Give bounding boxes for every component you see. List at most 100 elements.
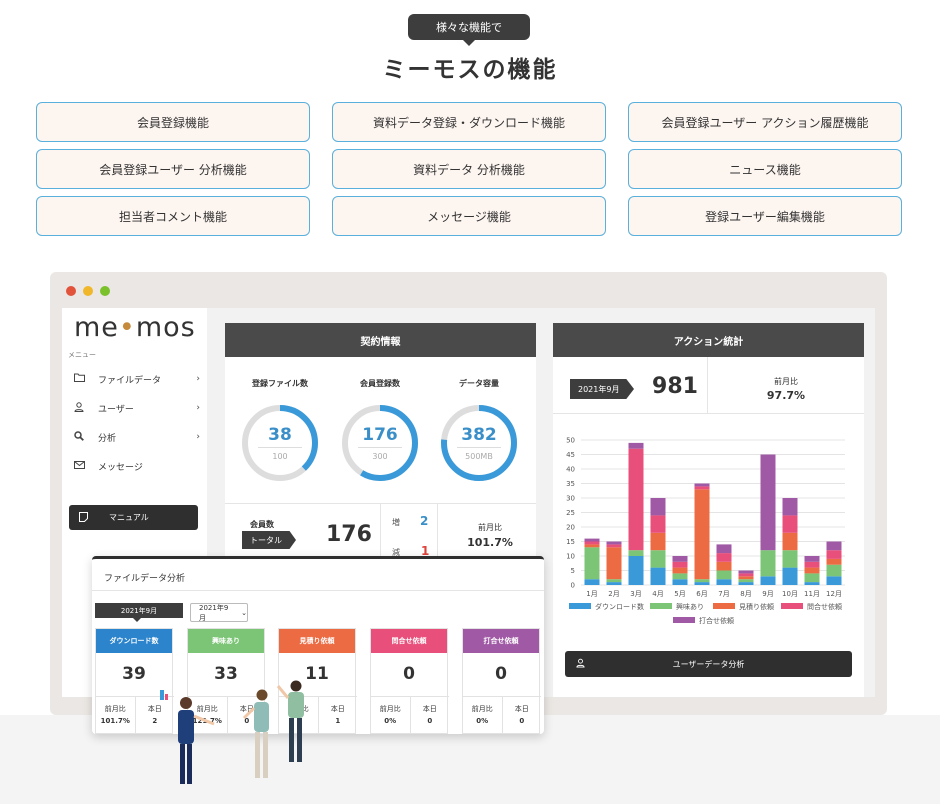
divider xyxy=(437,503,438,557)
bar-segment xyxy=(782,515,798,533)
increase-value: 2 xyxy=(420,514,429,528)
sidebar-item-messages[interactable]: メッセージ xyxy=(74,457,200,475)
menu-caption: メニュー xyxy=(68,351,96,359)
y-tick-label: 20 xyxy=(566,524,575,532)
files-count: 38 xyxy=(268,425,292,445)
divider xyxy=(92,590,544,591)
metric-card-header: 興味あり xyxy=(188,629,264,653)
mail-icon xyxy=(74,460,90,472)
x-tick-label: 3月 xyxy=(630,590,641,598)
x-tick-label: 12月 xyxy=(826,590,842,598)
bar-segment xyxy=(826,541,842,551)
mom-label: 前月比 xyxy=(478,523,502,532)
bar-segment xyxy=(826,558,842,565)
circle-label: データ容量 xyxy=(459,379,499,388)
increase-label: 増 xyxy=(392,518,400,527)
bar-segment xyxy=(738,570,754,574)
x-tick-label: 10月 xyxy=(782,590,798,598)
bar-segment xyxy=(738,582,754,585)
bar-segment xyxy=(606,541,622,545)
search-icon xyxy=(74,430,90,444)
bar-segment xyxy=(584,541,600,545)
metric-card-value: 0 xyxy=(495,664,507,684)
y-tick-label: 35 xyxy=(566,480,575,488)
bar-segment xyxy=(760,454,776,551)
bar-segment xyxy=(804,582,820,585)
month-select[interactable]: 2021年9月 ⌄ xyxy=(190,603,248,622)
bar-segment xyxy=(606,547,622,580)
tag-pointer xyxy=(133,618,141,622)
sidebar-item-files[interactable]: ファイルデータ › xyxy=(74,370,200,388)
metric-mom: 前月比 0% xyxy=(471,705,493,725)
user-icon xyxy=(74,401,90,415)
manual-button[interactable]: マニュアル xyxy=(69,505,198,530)
bar-segment xyxy=(738,579,754,583)
bar-segment xyxy=(782,550,798,568)
bar-segment xyxy=(716,561,732,571)
bar-segment xyxy=(672,579,688,585)
person-middle xyxy=(242,689,269,778)
bar-segment xyxy=(584,547,600,580)
x-tick-label: 7月 xyxy=(718,590,729,598)
divider xyxy=(358,447,402,448)
bar-segment xyxy=(782,532,798,551)
bar-segment xyxy=(650,515,666,533)
total-members: 176 xyxy=(326,522,372,547)
bar-segment xyxy=(804,561,820,568)
bar-segment xyxy=(672,567,688,574)
feature-item: 会員登録機能 xyxy=(36,102,310,142)
bar-segment xyxy=(760,550,776,577)
metric-card: 打合せ依頼 0 前月比 0% 本日 0 xyxy=(462,628,541,734)
y-tick-label: 50 xyxy=(566,437,575,445)
metric-mom: 前月比 101.7% xyxy=(100,705,130,725)
app-logo: me•mos xyxy=(74,312,196,343)
y-tick-label: 10 xyxy=(566,553,575,561)
files-max: 100 xyxy=(272,452,288,461)
circle-label: 会員登録数 xyxy=(360,379,400,388)
bar-segment xyxy=(584,544,600,548)
bar-segment xyxy=(716,579,732,585)
bar-segment xyxy=(650,550,666,568)
y-tick-label: 15 xyxy=(566,538,575,546)
contract-panel-title: 契約情報 xyxy=(225,323,536,357)
bar-segment xyxy=(804,556,820,562)
bar-segment xyxy=(804,573,820,583)
legend-label: 問合せ依頼 xyxy=(807,602,842,611)
bar-segment xyxy=(628,442,644,449)
file-analysis-title: ファイルデータ分析 xyxy=(104,574,186,584)
metric-card-header: 問合せ依頼 xyxy=(371,629,447,653)
x-tick-label: 9月 xyxy=(762,590,773,598)
x-tick-label: 8月 xyxy=(740,590,751,598)
bar-segment xyxy=(716,570,732,580)
bar-segment xyxy=(672,573,688,580)
metric-card-header: 見積り依頼 xyxy=(279,629,355,653)
bar-segment xyxy=(716,544,732,554)
user-data-analysis-button[interactable]: ユーザーデータ分析 xyxy=(565,651,852,677)
bar-segment xyxy=(694,486,710,490)
bar-segment xyxy=(738,573,754,577)
mom-value: 101.7% xyxy=(467,536,513,549)
legend-swatch xyxy=(781,603,803,609)
people-illustration xyxy=(160,680,304,784)
members-max: 300 xyxy=(372,452,388,461)
chevron-right-icon: › xyxy=(196,374,200,384)
bar-segment xyxy=(628,550,644,556)
metric-mom: 前月比 0% xyxy=(379,705,401,725)
person-left xyxy=(160,690,215,784)
bar-segment xyxy=(716,553,732,562)
legend-swatch xyxy=(569,603,591,609)
x-tick-label: 11月 xyxy=(804,590,820,598)
note-icon xyxy=(69,511,97,524)
legend-label: 打合せ依頼 xyxy=(699,616,734,625)
action-month-tag: 2021年9月 xyxy=(570,379,634,399)
legend-swatch xyxy=(650,603,672,609)
user-icon xyxy=(565,658,595,670)
sidebar-item-users[interactable]: ユーザー › xyxy=(74,399,200,417)
action-mom-label: 前月比 xyxy=(774,377,798,386)
y-tick-label: 45 xyxy=(566,451,575,459)
chevron-right-icon: › xyxy=(196,432,200,442)
metric-card-header: 打合せ依頼 xyxy=(463,629,539,653)
legend-label: 見積り依頼 xyxy=(739,602,774,611)
bar-segment xyxy=(826,550,842,559)
sidebar-item-analysis[interactable]: 分析 › xyxy=(74,428,200,446)
